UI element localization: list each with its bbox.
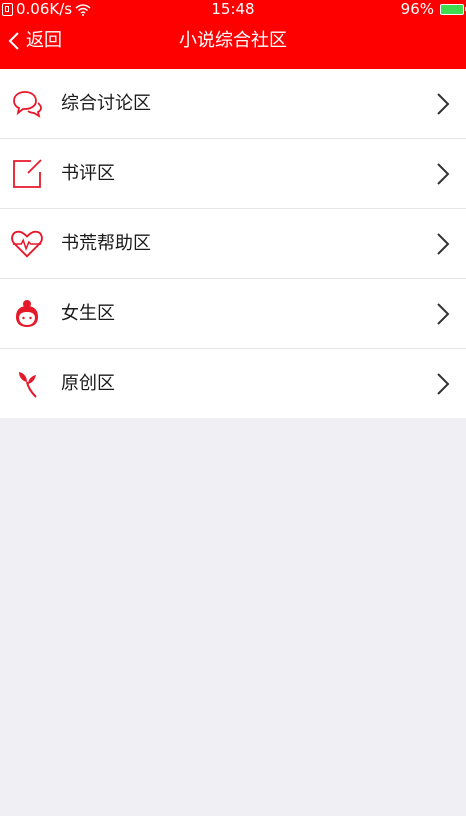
list-item-label: 书荒帮助区	[61, 232, 151, 254]
page-title: 小说综合社区	[179, 30, 287, 51]
list-item-female-zone[interactable]: 女生区	[0, 278, 466, 348]
chevron-right-icon	[437, 372, 450, 395]
status-time: 15:48	[211, 0, 255, 18]
chevron-right-icon	[437, 302, 450, 325]
heart-pulse-icon	[10, 227, 44, 261]
list-item-label: 综合讨论区	[61, 92, 151, 114]
list-item-label: 原创区	[61, 372, 115, 394]
girl-face-icon	[10, 297, 44, 331]
list-item-label: 书评区	[61, 162, 115, 184]
list-item-label: 女生区	[61, 302, 115, 324]
battery-percent: 96%	[400, 0, 434, 18]
chevron-right-icon	[437, 162, 450, 185]
leaf-sprout-icon	[10, 367, 44, 401]
chat-bubbles-icon	[10, 87, 44, 121]
edit-square-icon	[10, 157, 44, 191]
list-item-original-zone[interactable]: 原创区	[0, 348, 466, 418]
forum-list: 综合讨论区 书评区 书荒帮助区 女生区 原创区	[0, 69, 466, 418]
app-header: 0.06K/s 15:48 96% 返回 小说综合社区	[0, 0, 466, 69]
nav-bar: 返回 小说综合社区	[0, 20, 466, 64]
chevron-right-icon	[437, 92, 450, 115]
battery-icon	[440, 3, 466, 15]
status-right: 96%	[400, 0, 466, 18]
status-bar: 0.06K/s 15:48 96%	[0, 0, 466, 18]
list-item-general-discussion[interactable]: 综合讨论区	[0, 69, 466, 138]
list-item-book-review[interactable]: 书评区	[0, 138, 466, 208]
list-item-book-help[interactable]: 书荒帮助区	[0, 208, 466, 278]
chevron-right-icon	[437, 232, 450, 255]
